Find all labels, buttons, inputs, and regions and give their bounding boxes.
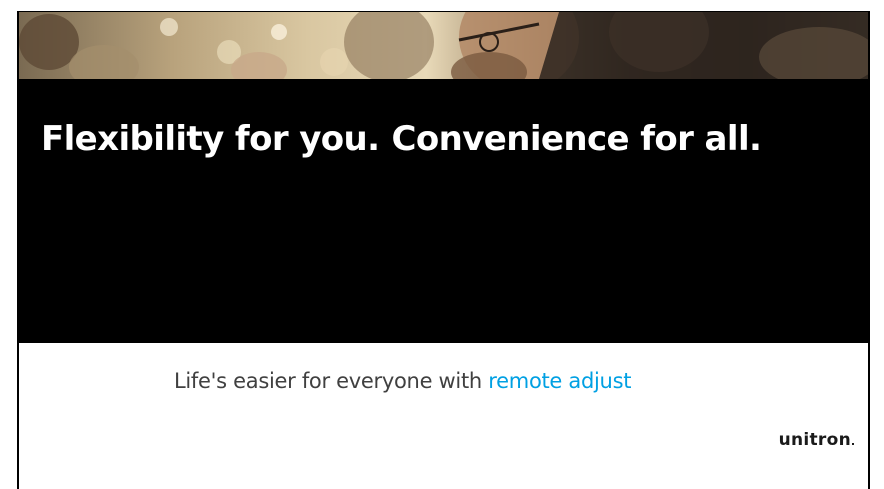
- logo-dot: [852, 443, 854, 445]
- subheadline-text: Life's easier for everyone with: [174, 369, 489, 393]
- subheadline: Life's easier for everyone with remote a…: [174, 369, 631, 393]
- logo-text: unitron: [778, 430, 851, 450]
- presentation-slide: Flexibility for you. Convenience for all.…: [17, 11, 870, 489]
- header-photo: [19, 12, 868, 79]
- headline-part-2: Convenience for all.: [391, 119, 762, 159]
- headline-part-1: Flexibility for you.: [41, 119, 380, 159]
- subheadline-highlight: remote adjust: [488, 369, 632, 393]
- headline: Flexibility for you. Convenience for all.: [41, 119, 762, 159]
- header-photo-illustration: [19, 12, 868, 79]
- unitron-logo: unitron: [779, 430, 854, 450]
